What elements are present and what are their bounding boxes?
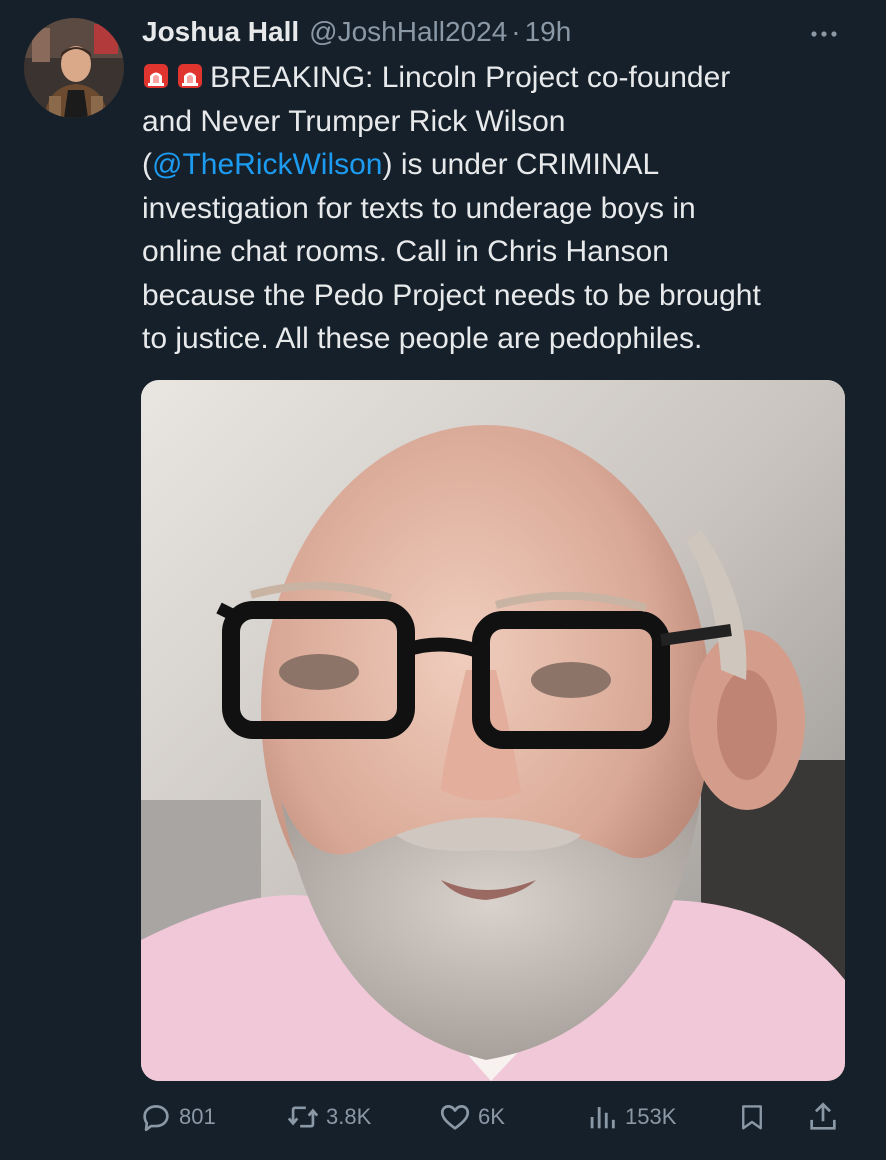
tweet-line-3: (@TheRickWilson) is under CRIMINAL (142, 143, 864, 187)
police-siren-icon (144, 64, 168, 88)
ellipsis-icon (811, 31, 837, 37)
paren-open: ( (142, 148, 152, 181)
tweet-line-text: ) is under CRIMINAL (382, 148, 660, 181)
reply-icon (143, 1105, 169, 1132)
author-handle[interactable]: @JoshHall2024 (309, 16, 507, 48)
tweet-line-5: online chat rooms. Call in Chris Hanson (142, 235, 669, 268)
police-siren-icon (178, 64, 202, 88)
portrait-photo-icon (141, 380, 845, 1081)
tweet-line-1: BREAKING: Lincoln Project co-founder (142, 56, 864, 100)
author-name[interactable]: Joshua Hall (142, 16, 299, 48)
tweet-line-7: to justice. All these people are pedophi… (142, 322, 703, 355)
views-count: 153K (625, 1104, 677, 1129)
heart-icon (440, 1105, 470, 1130)
tweet-line-6: because the Pedo Project needs to be bro… (142, 278, 761, 312)
like-button[interactable]: 6K (438, 1095, 505, 1139)
reply-button[interactable]: 801 (139, 1095, 216, 1139)
tweet-text: BREAKING: Lincoln Project co-founder and… (142, 56, 864, 361)
header-separator: · (511, 16, 521, 47)
tweet-action-bar: 801 3.8K 6K 153K (0, 1095, 886, 1139)
tweet-line-2: and Never Trumper Rick Wilson (142, 104, 566, 138)
reply-count: 801 (179, 1104, 216, 1129)
share-icon (810, 1102, 836, 1130)
retweet-count: 3.8K (326, 1104, 372, 1129)
mention-link[interactable]: @TheRickWilson (152, 148, 383, 181)
retweet-button[interactable]: 3.8K (286, 1095, 371, 1139)
analytics-icon (590, 1107, 615, 1129)
tweet: Joshua Hall @JoshHall2024 · 19h BREAKING (0, 0, 886, 1160)
like-count: 6K (478, 1104, 505, 1129)
bookmark-button[interactable] (737, 1095, 767, 1139)
more-options-button[interactable] (806, 22, 842, 46)
avatar-photo-icon (24, 18, 124, 118)
tweet-line-4: investigation for texts to underage boys… (142, 191, 696, 225)
share-button[interactable] (806, 1095, 840, 1139)
bookmark-icon (742, 1105, 762, 1130)
tweet-photo[interactable] (141, 380, 845, 1081)
tweet-timestamp[interactable]: 19h (525, 16, 572, 48)
tweet-line-text: BREAKING: Lincoln Project co-founder (210, 61, 731, 94)
views-button[interactable]: 153K (585, 1095, 676, 1139)
retweet-icon (287, 1106, 319, 1128)
tweet-header: Joshua Hall @JoshHall2024 · 19h (142, 16, 571, 54)
author-avatar[interactable] (24, 18, 124, 118)
